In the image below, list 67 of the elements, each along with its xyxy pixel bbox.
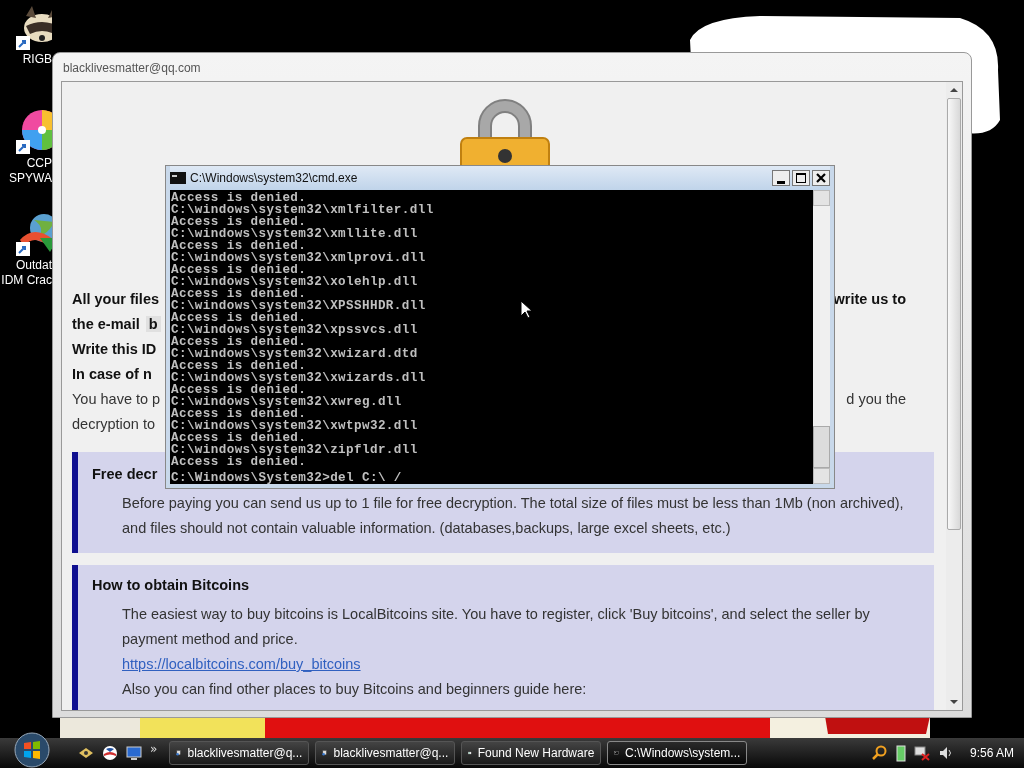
- window-title: C:\Windows\system32\cmd.exe: [190, 171, 358, 185]
- scrollbar[interactable]: [813, 190, 830, 484]
- search-icon[interactable]: [871, 745, 888, 761]
- icon-label: RIGB: [22, 52, 52, 67]
- console-line: C:\windows\system32\xmlprovi.dll: [171, 252, 426, 264]
- console-line: Access is denied.: [171, 240, 307, 252]
- note-text: d you the: [846, 390, 906, 407]
- paragraph: Also you can find other places to buy Bitcoins and beginners guide here:: [121, 680, 588, 699]
- section-heading: How to obtain Bitcoins: [92, 577, 250, 593]
- scrollbar[interactable]: [946, 82, 962, 710]
- console-line: C:\windows\system32\xpssvcs.dll: [171, 324, 418, 336]
- console-line: Access is denied.: [171, 408, 307, 420]
- taskbar-button[interactable]: blacklivesmatter@q...: [169, 741, 310, 765]
- console-line: C:\windows\system32\xolehlp.dll: [171, 276, 418, 288]
- icon-label: Outdat: [15, 258, 52, 273]
- console-line: Access is denied.: [171, 312, 307, 324]
- taskbar-button[interactable]: blacklivesmatter@q...: [315, 741, 456, 765]
- speaker-icon[interactable]: [937, 745, 954, 761]
- console-line: C:\windows\system32\XPSSHHDR.dll: [171, 300, 426, 312]
- note-text: the e-mail: [72, 315, 140, 332]
- icon-label: IDM Crac: [1, 273, 52, 288]
- note-text: write us to: [833, 290, 906, 307]
- close-button[interactable]: [812, 170, 830, 186]
- desktop-icon[interactable]: [126, 745, 142, 761]
- console-line: C:\windows\system32\xwizard.dtd: [171, 348, 418, 360]
- clock: 9:56 AM: [969, 746, 1014, 760]
- icon-label: CCP: [26, 156, 52, 171]
- note-text: decryption to: [72, 415, 156, 432]
- icon-label: SPYWA: [9, 171, 52, 186]
- paragraph: The easiest way to buy bitcoins is LocalBitcoins site. You have to register, click 'Buy bitcoins', and select the seller by payment method and price.: [121, 605, 871, 649]
- console-line: Access is denied.: [171, 336, 307, 348]
- minimize-button[interactable]: [772, 170, 790, 186]
- console-line: C:\windows\system32\zipfldr.dll: [171, 444, 418, 456]
- more-button[interactable]: »: [150, 742, 158, 756]
- email-text: b: [145, 315, 161, 332]
- console-line: Access is denied.: [171, 288, 307, 300]
- console-line: Access is denied.: [171, 432, 307, 444]
- console-line: Access is denied.: [171, 360, 307, 372]
- window-title: blacklivesmatter@qq.com: [63, 61, 201, 75]
- logo-icon[interactable]: [102, 745, 118, 761]
- console-line: C:\windows\system32\xwtpw32.dll: [171, 420, 418, 432]
- paragraph: Before paying you can send us up to 1 file for free decryption. The total size of files must be less than 1Mb (non archived), and files should not contain valuable information. (databases,backups, large excel sheets, etc.): [121, 494, 905, 538]
- taskbar-button[interactable]: C:\Windows\system...: [607, 741, 748, 765]
- console-line: Access is denied.: [171, 192, 307, 204]
- console-line: C:\windows\system32\xwizards.dll: [171, 372, 426, 384]
- battery-icon[interactable]: [895, 744, 906, 762]
- note-text: In case of n: [72, 365, 152, 382]
- console-icon: [170, 172, 186, 184]
- console-line: Access is denied.: [171, 216, 307, 228]
- console-line: Access is denied.: [171, 456, 307, 468]
- network-icon[interactable]: [913, 745, 930, 761]
- taskbar-button[interactable]: Found New Hardware: [461, 741, 602, 765]
- maximize-button[interactable]: [792, 170, 810, 186]
- console-line: Access is denied.: [171, 264, 307, 276]
- animal-head-icon[interactable]: [14, 4, 52, 52]
- cursor-icon: [520, 300, 532, 319]
- section-heading: Free decr: [92, 466, 158, 482]
- note-text: You have to p: [72, 390, 161, 407]
- note-text: All your files: [72, 290, 160, 307]
- command-prompt: C:\Windows\System32>del C:\ /: [171, 472, 402, 484]
- bitcoin-link[interactable]: https://localbitcoins.com/buy_bitcoins: [92, 652, 361, 677]
- console-line: Access is denied.: [171, 384, 307, 396]
- console-line: C:\windows\system32\xmlfilter.dll: [171, 204, 434, 216]
- start-button[interactable]: [14, 732, 50, 768]
- console-line: C:\windows\system32\xmllite.dll: [171, 228, 418, 240]
- console-line: C:\windows\system32\xwreg.dll: [171, 396, 402, 408]
- note-text: Write this ID: [72, 340, 157, 357]
